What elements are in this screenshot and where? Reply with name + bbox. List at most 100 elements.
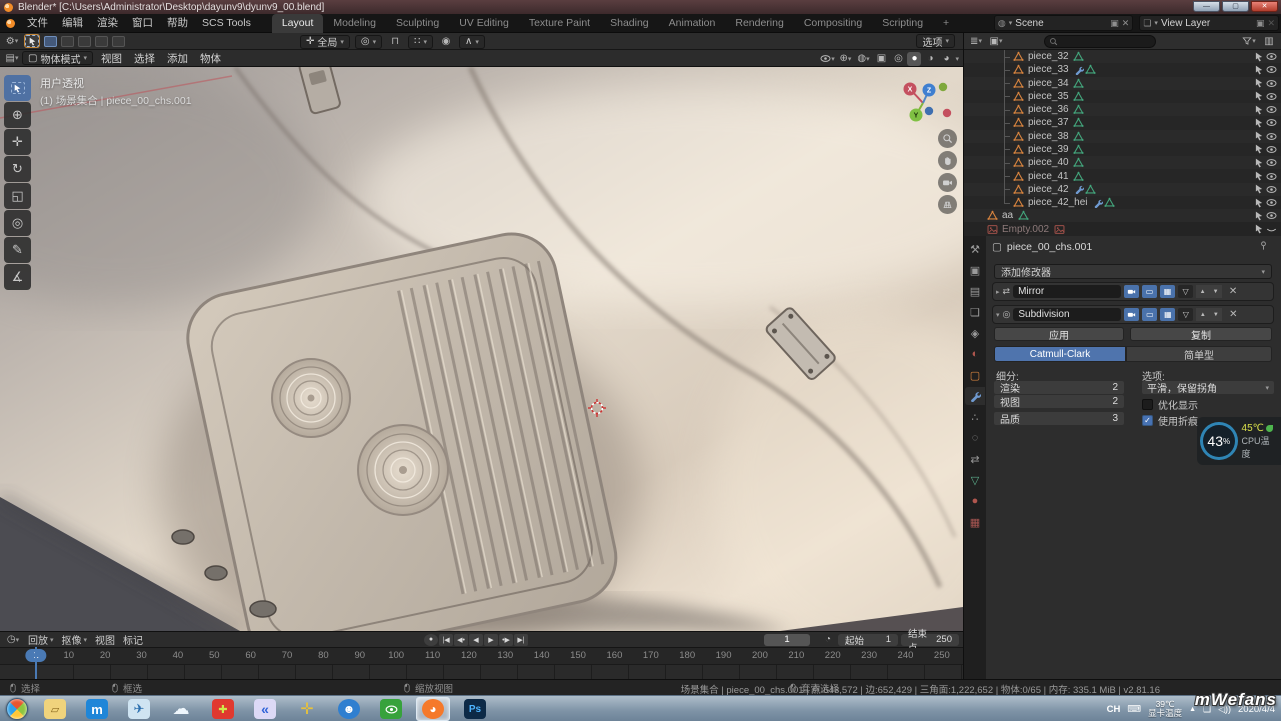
workspace-tab-uv-editing[interactable]: UV Editing	[449, 14, 519, 33]
select-mode-set-icon[interactable]	[44, 36, 57, 47]
taskbar-icon-recorder[interactable]	[374, 697, 408, 721]
outliner-row-aa[interactable]: aa	[964, 209, 1281, 222]
taskbar-icon-qq[interactable]: ☻	[332, 697, 366, 721]
select-mode-intersect-icon[interactable]	[112, 36, 125, 47]
workspace-tab-sculpting[interactable]: Sculpting	[386, 14, 449, 33]
object-name[interactable]: piece_39	[1028, 144, 1069, 155]
hide-eye-icon[interactable]	[1265, 51, 1277, 63]
workspace-tab-layout[interactable]: Layout	[272, 14, 324, 33]
selectable-icon[interactable]	[1253, 223, 1265, 235]
menu-文件[interactable]: 文件	[20, 14, 55, 32]
selectable-icon[interactable]	[1253, 130, 1265, 142]
subdiv-cage-toggle[interactable]: ▽	[1178, 308, 1193, 321]
object-name[interactable]: piece_35	[1028, 91, 1069, 102]
outliner-row-piece_33[interactable]: piece_33	[964, 63, 1281, 76]
blender-menu-icon[interactable]	[6, 19, 15, 28]
timeline-menu-标记[interactable]: 标记	[120, 632, 146, 647]
tool-annotate-icon[interactable]: ✎	[4, 237, 31, 263]
viewport-subdiv-field[interactable]: 视图2	[994, 395, 1124, 408]
visibility-dropdown[interactable]: ▾	[819, 52, 835, 66]
add-modifier-dropdown[interactable]: 添加修改器▾	[994, 264, 1272, 279]
workspace-tab-scripting[interactable]: Scripting	[872, 14, 933, 33]
current-frame-field[interactable]: 1	[764, 634, 810, 646]
selectable-icon[interactable]	[1253, 157, 1265, 169]
xray-toggle-icon[interactable]: ▣	[873, 52, 889, 66]
workspace-tab-animation[interactable]: Animation	[659, 14, 726, 33]
outliner-row-piece_37[interactable]: piece_37	[964, 116, 1281, 129]
close-button[interactable]: ✕	[1251, 1, 1278, 12]
uv-smooth-dropdown[interactable]: 平滑，保留拐角▾	[1142, 381, 1274, 394]
timeline-ruler[interactable]: 1102030405060708090100110120130140150160…	[0, 648, 963, 665]
copy-button[interactable]: 复制	[1130, 327, 1272, 341]
mirror-move-up[interactable]: ▲	[1196, 285, 1209, 298]
orientation-dropdown[interactable]: ✛全局▾	[300, 35, 350, 49]
shading-dropdown[interactable]: ▾	[955, 55, 959, 63]
object-name[interactable]: piece_40	[1028, 157, 1069, 168]
mirror-render-toggle[interactable]	[1124, 285, 1139, 298]
mirror-editmode-toggle[interactable]: ▦	[1160, 285, 1175, 298]
timeline-menu-回放[interactable]: 回放▾	[25, 632, 57, 647]
subdiv-editmode-toggle[interactable]: ▦	[1160, 308, 1175, 321]
selectable-icon[interactable]	[1253, 197, 1265, 209]
properties-tab-render[interactable]: ▣	[965, 261, 985, 279]
viewport-menu-选择[interactable]: 选择	[128, 51, 161, 66]
tool-rotate-icon[interactable]: ↻	[4, 156, 31, 182]
optimal-display-checkbox[interactable]: 优化显示	[1142, 397, 1198, 412]
record-button[interactable]: ●	[424, 634, 438, 646]
selectable-icon[interactable]	[1253, 143, 1265, 155]
modifier-mirror-header[interactable]: ▸ ⇄ Mirror ▭ ▦ ▽ ▲▼ ✕	[992, 282, 1274, 301]
tool-transform-icon[interactable]: ◎	[4, 210, 31, 236]
zoom-gizmo-button[interactable]	[938, 129, 957, 148]
selectable-icon[interactable]	[1253, 77, 1265, 89]
start-button[interactable]	[6, 698, 28, 720]
taskbar-icon-photoshop[interactable]: Ps	[458, 697, 492, 721]
outliner-search-input[interactable]	[1044, 35, 1156, 48]
ime-indicator[interactable]: CH	[1107, 704, 1121, 715]
hide-eye-icon[interactable]	[1265, 64, 1277, 76]
pin-icon[interactable]	[1258, 240, 1269, 254]
camera-view-button[interactable]	[938, 173, 957, 192]
viewport-menu-视图[interactable]: 视图	[95, 51, 128, 66]
next-key-button[interactable]: •▶	[499, 634, 513, 646]
object-name[interactable]: piece_33	[1028, 64, 1069, 75]
timeline-track[interactable]	[0, 665, 963, 679]
properties-tab-constraints[interactable]: ⇄	[965, 450, 985, 468]
outliner-filter-icon[interactable]: ▾	[1241, 34, 1257, 48]
object-name[interactable]: piece_42_hei	[1028, 197, 1088, 208]
object-name[interactable]: piece_38	[1028, 131, 1069, 142]
tool-options-icon[interactable]: ⚙▾	[4, 34, 20, 48]
optimal-display-box[interactable]	[1142, 399, 1153, 410]
properties-tab-scene[interactable]: ◈	[965, 324, 985, 342]
menu-SCS Tools[interactable]: SCS Tools	[195, 14, 258, 32]
minimize-button[interactable]: —	[1193, 1, 1220, 12]
outliner-display-mode-icon[interactable]: ≣▾	[968, 34, 984, 48]
object-name[interactable]: piece_36	[1028, 104, 1069, 115]
properties-tab-output[interactable]: ▤	[965, 282, 985, 300]
taskbar-icon-blender[interactable]: ◕	[416, 697, 450, 721]
quality-field[interactable]: 品质3	[994, 412, 1124, 425]
taskbar-icon-measure[interactable]: ✛	[290, 697, 324, 721]
ortho-toggle-button[interactable]	[938, 195, 957, 214]
object-name[interactable]: piece_41	[1028, 171, 1069, 182]
outliner-row-piece_34[interactable]: piece_34	[964, 77, 1281, 90]
object-name[interactable]: aa	[1002, 210, 1013, 221]
taskbar-icon-thunder[interactable]: «	[248, 697, 282, 721]
taskbar-icon-cloud[interactable]: ☁	[164, 697, 198, 721]
taskbar-icon-maxthon[interactable]: m	[80, 697, 114, 721]
selectable-icon[interactable]	[1253, 104, 1265, 116]
properties-tab-particles[interactable]: ∴	[965, 408, 985, 426]
selectable-icon[interactable]	[1253, 64, 1265, 76]
tool-move-icon[interactable]: ✛	[4, 129, 31, 155]
selectable-icon[interactable]	[1253, 170, 1265, 182]
hide-eye-closed-icon[interactable]	[1265, 223, 1277, 235]
falloff-dropdown[interactable]: ∧▾	[459, 35, 485, 49]
object-name[interactable]: piece_32	[1028, 51, 1069, 62]
maximize-button[interactable]: ▢	[1222, 1, 1249, 12]
hide-eye-icon[interactable]	[1265, 170, 1277, 182]
outliner-row-piece_36[interactable]: piece_36	[964, 103, 1281, 116]
outliner-row-piece_35[interactable]: piece_35	[964, 90, 1281, 103]
timeline-editor-icon[interactable]: ◷▾	[5, 633, 21, 647]
selectable-icon[interactable]	[1253, 117, 1265, 129]
collapse-subdiv-icon[interactable]: ▾	[996, 311, 1000, 319]
outliner-row-Empty.002[interactable]: Empty.002	[964, 222, 1281, 235]
